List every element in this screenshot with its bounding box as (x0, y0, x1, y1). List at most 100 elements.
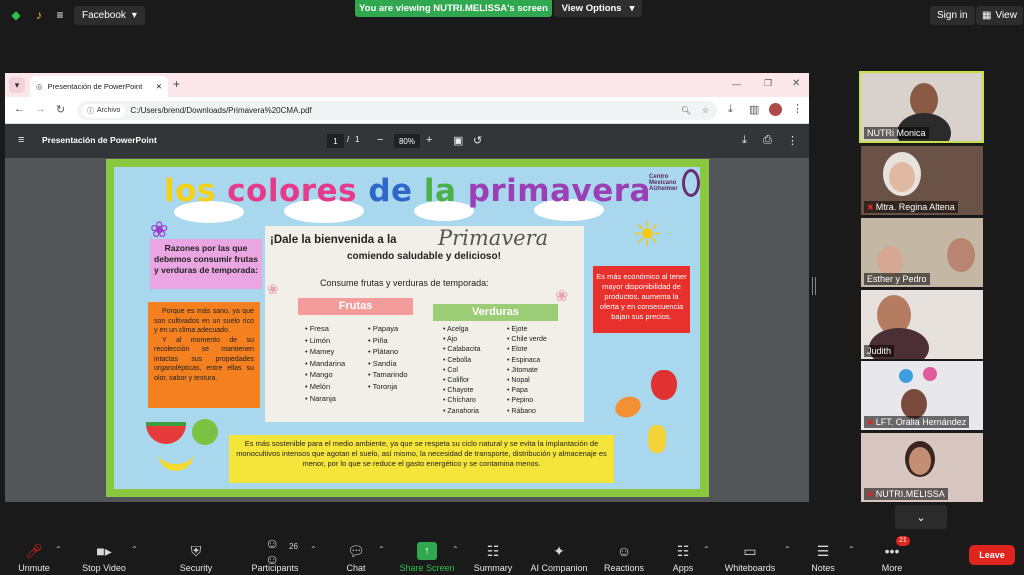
fruta-item: Tamarindo (368, 369, 408, 381)
menu-kebab-icon[interactable]: ⋮ (792, 102, 803, 115)
fruta-item: Mandarina (305, 358, 345, 370)
share-options-caret[interactable]: ⌃ (452, 545, 459, 554)
reload-icon[interactable]: ↻ (56, 103, 65, 116)
participant-tile[interactable]: NUTRi Monica (859, 71, 984, 143)
participants-count: 26 (289, 542, 298, 551)
audio-options-caret[interactable]: ⌃ (55, 545, 62, 554)
fruta-item: Mamey (305, 346, 345, 358)
chat-button[interactable]: 💬︎ Chat (340, 537, 372, 574)
notes-options-caret[interactable]: ⌃ (848, 545, 855, 554)
zoom-in-icon[interactable]: + (426, 134, 432, 146)
apps-button[interactable]: ☷ Apps (670, 537, 696, 574)
verdura-item: Cebolla (443, 356, 480, 366)
whiteboards-options-caret[interactable]: ⌃ (784, 545, 791, 554)
zoom-icon[interactable]: 🔍︎ (681, 106, 691, 115)
whiteboards-button[interactable]: ▭ Whiteboards (722, 537, 778, 574)
pdf-toolbar: ≡ Presentación de PowerPoint 1 / 1 − 80%… (5, 124, 809, 158)
info-icon: ⓘ (87, 107, 94, 115)
mic-muted-icon: ✖ (867, 490, 874, 499)
summary-button[interactable]: ☷ Summary (472, 537, 514, 574)
close-icon[interactable]: ✕ (156, 82, 162, 91)
page-number-input[interactable]: 1 (327, 134, 344, 148)
url-field[interactable]: ⓘ Archivo C:/Users/brend/Downloads/Prima… (77, 101, 717, 120)
logo-icon (682, 169, 700, 197)
fruta-item: Limón (305, 335, 345, 347)
notes-button[interactable]: ☰ Notes (808, 537, 838, 574)
file-scheme-chip[interactable]: ⓘ Archivo (82, 103, 126, 118)
fruta-item: Piña (368, 335, 408, 347)
reactions-button[interactable]: ☺ Reactions (602, 537, 646, 573)
rotate-icon[interactable]: ↺ (473, 134, 482, 147)
zoom-out-icon[interactable]: − (377, 134, 383, 146)
sign-in-button[interactable]: Sign in (930, 6, 975, 25)
pdf-more-icon[interactable]: ⋮ (787, 134, 798, 147)
close-window-icon[interactable]: ✕ (792, 78, 800, 89)
more-button[interactable]: ••• 21 More (877, 536, 910, 573)
chat-options-caret[interactable]: ⌃ (378, 545, 385, 554)
restore-icon[interactable]: ❐ (764, 78, 772, 89)
hamburger-menu-icon[interactable]: ≡ (18, 134, 24, 146)
ai-companion-button[interactable]: ✦ AI Companion (528, 537, 590, 574)
tab-search-icon[interactable]: ▾ (9, 77, 25, 93)
summary-label: Summary (473, 563, 513, 573)
participant-tile[interactable]: Judith (861, 290, 983, 359)
facebook-live-button[interactable]: Facebook ▾ (74, 6, 145, 25)
mic-status-icon[interactable]: ♪ (31, 7, 47, 23)
profile-avatar-icon[interactable] (769, 103, 782, 116)
page-total: 1 (355, 135, 360, 144)
browser-tab[interactable]: ◎ Presentación de PowerPoint ✕ (30, 76, 168, 97)
stop-video-button[interactable]: ■▸ Stop Video (80, 537, 128, 574)
porque-paragraph: Y al momento de su recolección se mantie… (154, 336, 254, 382)
verdura-item: Ejote (507, 325, 547, 335)
participants-options-caret[interactable]: ⌃ (310, 545, 317, 554)
zoom-level-input[interactable]: 80% (394, 134, 420, 148)
verdura-item: Calabacita (443, 345, 480, 355)
participant-video (901, 389, 927, 419)
signal-icon[interactable]: ≡ (52, 7, 68, 23)
unmute-button[interactable]: 🎤︎ Unmute (14, 537, 54, 574)
back-icon[interactable]: ← (14, 103, 25, 115)
flower-icon: ❀ (555, 288, 569, 305)
fruta-item: Toronja (368, 381, 408, 393)
video-options-caret[interactable]: ⌃ (131, 545, 138, 554)
logo-text: Centro Mexicano Alzheimer (649, 174, 678, 192)
participant-name: NUTRi Monica (864, 127, 929, 139)
share-screen-button[interactable]: ↑ Share Screen (398, 537, 456, 573)
security-button[interactable]: ⛨ Security (176, 537, 216, 574)
fit-page-icon[interactable]: ▣ (453, 134, 463, 147)
sidepanel-icon[interactable]: ▥ (749, 103, 759, 116)
forward-icon[interactable]: → (35, 103, 46, 115)
view-button[interactable]: ▦ View (976, 6, 1023, 25)
apps-grid-icon: ☷ (676, 542, 690, 559)
participant-tile[interactable]: ✖ Mtra. Regina Altena (861, 146, 983, 215)
print-icon[interactable]: ⎙ (763, 134, 772, 147)
new-tab-icon[interactable]: + (173, 77, 180, 91)
participant-tile[interactable]: ✖ NUTRI.MELISSA (861, 433, 983, 502)
view-options-button[interactable]: View Options ▾ (554, 0, 642, 17)
verdura-item: Pepino (507, 396, 547, 406)
fruta-item: Sandía (368, 358, 408, 370)
porque-box: Porque es más sano, ya que son cultivado… (148, 302, 260, 408)
participants-button[interactable]: ☺☺ 26 Participants (250, 535, 300, 573)
verduras-banner: Verduras (433, 304, 558, 321)
participant-tile[interactable]: ✖ LFT. Oralia Hernández (861, 361, 983, 430)
pdf-download-icon[interactable]: ⤓ (742, 134, 747, 147)
bookmark-star-icon[interactable]: ☆ (702, 106, 709, 115)
title-word: de (368, 173, 413, 209)
fruta-item: Melón (305, 381, 345, 393)
minimize-icon[interactable]: — (732, 79, 741, 89)
download-icon[interactable]: ⤓ (728, 103, 733, 116)
pdf-title: Presentación de PowerPoint (42, 135, 157, 145)
pdf-slide-page: los colores de la primavera Centro Mexic… (106, 159, 709, 497)
panel-resize-handle[interactable] (812, 277, 816, 295)
poster-script-word: Primavera (438, 226, 549, 250)
apps-options-caret[interactable]: ⌃ (703, 545, 710, 554)
porque-paragraph: Porque es más sano, ya que son cultivado… (154, 308, 254, 334)
leave-button[interactable]: Leave (969, 545, 1015, 565)
participant-tile[interactable]: Esther y Pedro (861, 218, 983, 287)
participant-name: ✖ NUTRI.MELISSA (864, 488, 948, 500)
chevron-down-icon: ⌄ (916, 511, 926, 524)
url-text: C:/Users/brend/Downloads/Primavera%20CMA… (130, 106, 312, 115)
shield-check-icon[interactable]: ◆ (8, 7, 24, 23)
gallery-scroll-down-button[interactable]: ⌄ (895, 505, 947, 529)
